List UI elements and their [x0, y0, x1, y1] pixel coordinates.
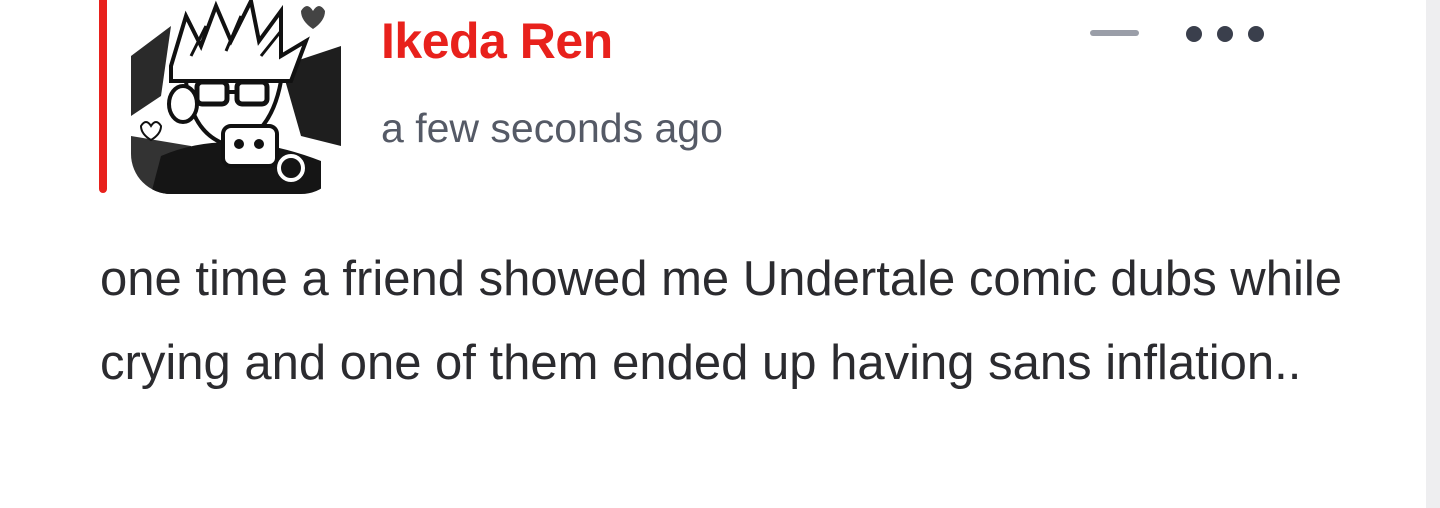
minus-icon — [1090, 30, 1139, 36]
author-avatar[interactable] — [131, 0, 341, 194]
author-name[interactable]: Ikeda Ren — [381, 10, 613, 72]
collapse-comment-button[interactable] — [1078, 10, 1150, 54]
comment-timestamp: a few seconds ago — [381, 105, 723, 151]
manga-character-avatar-icon — [131, 0, 341, 194]
thread-accent-bar — [99, 0, 107, 193]
ellipsis-icon-dot — [1186, 26, 1202, 42]
more-options-button[interactable] — [1176, 10, 1274, 54]
comment-card: Ikeda Ren a few seconds ago one time a f… — [0, 0, 1426, 508]
comment-body: one time a friend showed me Undertale co… — [100, 252, 1342, 390]
ellipsis-icon-dot — [1217, 26, 1233, 42]
ellipsis-icon-dot — [1248, 26, 1264, 42]
